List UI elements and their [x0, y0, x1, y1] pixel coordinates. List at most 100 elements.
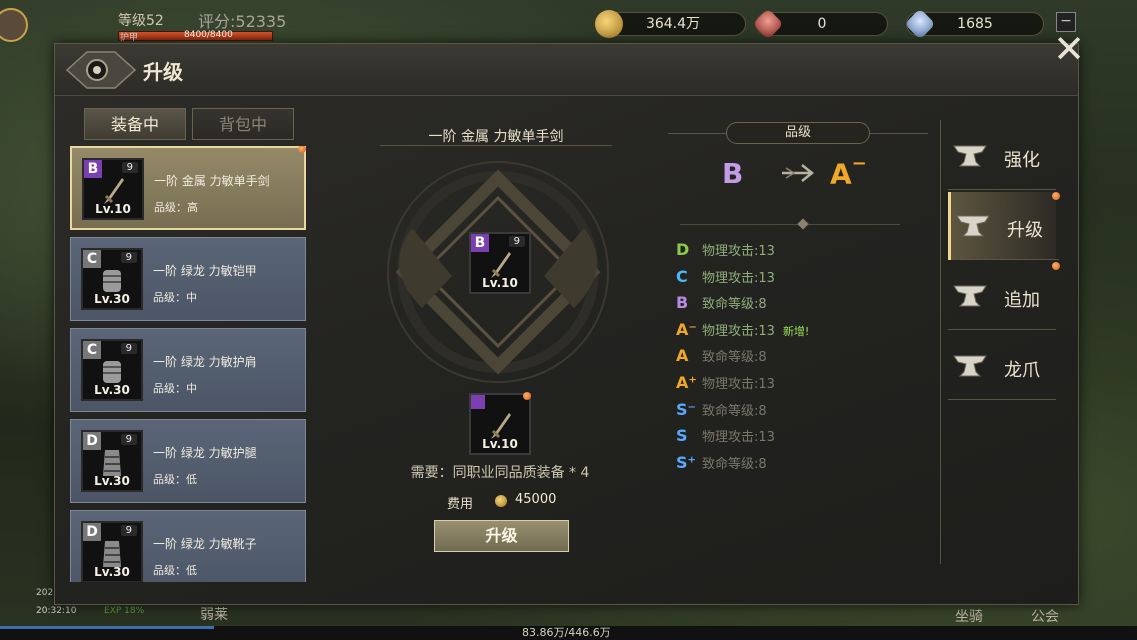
stat-text: 致命等级:8: [702, 297, 767, 313]
material-slot[interactable]: Lv.10: [469, 392, 531, 455]
notification-dot: [298, 146, 306, 153]
quality-next: A−: [830, 153, 867, 191]
stat-row: S 物理攻击:13: [676, 426, 775, 446]
armor-label: 护甲: [120, 33, 139, 43]
item-quality: 品级：低: [153, 473, 197, 486]
cost-label: 费用: [447, 497, 474, 512]
anvil-icon: [953, 355, 987, 377]
tab-equipped[interactable]: 装备中: [84, 108, 186, 140]
notification-dot: [1052, 262, 1060, 270]
upgrade-button[interactable]: 升级: [434, 520, 569, 552]
armor-value: 8400/8400: [184, 30, 233, 40]
item-level: Lv.30: [94, 474, 130, 488]
notification-dot: [1052, 192, 1060, 200]
quality-next-letter: A: [830, 157, 852, 191]
player-avatar[interactable]: [0, 8, 28, 42]
skill-label: 弱莱: [200, 607, 228, 623]
item-level: Lv.10: [482, 437, 518, 451]
menu-item-强化[interactable]: 强化: [948, 122, 1056, 190]
stat-grade: A: [676, 346, 689, 366]
top-hud: 等级52 评分:52335 护甲 8400/8400 364.4万 0 1685…: [0, 0, 1137, 44]
item-quality: 品级：低: [153, 564, 197, 577]
quality-next-suffix: −: [851, 153, 867, 174]
stack-count: 9: [120, 252, 137, 263]
menu-item-label: 升级: [1007, 220, 1043, 241]
crystal-amount: 1685: [957, 16, 993, 32]
stat-row: A 致命等级:8: [676, 346, 767, 366]
stat-text: 致命等级:8: [702, 456, 767, 472]
equipment-item[interactable]: D 9 Lv.30 一阶 绿龙 力敏护腿 品级：低: [70, 419, 306, 503]
stat-grade: S: [676, 426, 688, 446]
item-name: 一阶 绿龙 力敏护腿: [153, 446, 257, 460]
tab-bag[interactable]: 背包中: [192, 108, 294, 140]
stat-row: S⁺ 致命等级:8: [676, 453, 767, 473]
ruby-counter[interactable]: 0: [752, 8, 888, 40]
exp-bar-fill: [0, 626, 214, 629]
menu-item-追加[interactable]: 追加: [948, 262, 1060, 330]
ruby-amount: 0: [817, 16, 827, 32]
stat-row: A⁻ 物理攻击:13 新增!: [676, 320, 809, 340]
crystal-counter[interactable]: 1685: [904, 8, 1044, 40]
equipment-item[interactable]: C 9 Lv.30 一阶 绿龙 力敏护肩 品级：中: [70, 328, 306, 412]
menu-divider: [948, 329, 1056, 330]
item-level: Lv.30: [94, 383, 130, 397]
menu-divider: [951, 259, 1059, 260]
item-quality: 品级：中: [153, 382, 197, 395]
ruby-gem-icon: [752, 8, 784, 40]
stat-text: 物理攻击:13: [702, 323, 775, 339]
stat-text: 物理攻击:13: [702, 377, 775, 392]
menu-item-龙爪[interactable]: 龙爪: [948, 332, 1056, 400]
date-text: 202: [36, 588, 54, 598]
guild-button[interactable]: 公会: [1031, 606, 1059, 626]
stack-count: 9: [508, 236, 525, 247]
emblem-icon: [65, 51, 137, 89]
notification-dot: [523, 392, 531, 400]
close-button[interactable]: ✕: [1052, 30, 1086, 68]
gold-amount: 364.4万: [645, 16, 701, 32]
quality-current: B: [722, 157, 744, 190]
item-level: Lv.30: [94, 565, 130, 579]
menu-divider: [948, 399, 1056, 400]
stat-grade: C: [676, 266, 688, 286]
anvil-icon: [956, 215, 990, 237]
anvil-icon: [953, 285, 987, 307]
stat-text: 物理攻击:13: [702, 244, 775, 259]
stack-count: 9: [120, 343, 137, 354]
requirement-text: 需要：同职业同品质装备 * 4: [410, 465, 590, 481]
stack-count: 9: [121, 162, 138, 173]
equipment-item[interactable]: C 9 Lv.30 一阶 绿龙 力敏铠甲 品级：中: [70, 237, 306, 321]
stat-row: B 致命等级:8: [676, 293, 767, 313]
stat-grade: B: [676, 293, 689, 313]
item-name: 一阶 绿龙 力敏铠甲: [153, 264, 257, 278]
crystal-icon: [904, 8, 936, 40]
item-quality: 品级：高: [154, 201, 198, 214]
cost-value: 45000: [515, 492, 557, 507]
stat-grade: A⁻: [676, 319, 697, 339]
quality-rule-right: [870, 133, 928, 134]
menu-item-升级[interactable]: 升级: [948, 192, 1060, 260]
selected-item-title: 一阶 金属 力敏单手剑: [428, 129, 564, 145]
exp-total: 83.86万/446.6万: [522, 626, 611, 639]
mount-button[interactable]: 坐骑: [955, 606, 983, 626]
anvil-icon: [953, 145, 987, 167]
item-name: 一阶 绿龙 力敏靴子: [153, 537, 257, 551]
stat-text: 致命等级:8: [702, 403, 767, 419]
stat-row: S⁻ 致命等级:8: [676, 400, 767, 420]
panel-title: 升级: [143, 60, 183, 84]
side-menu-divider: [940, 120, 941, 564]
stack-count: 9: [120, 434, 137, 445]
gold-coin-icon: [595, 10, 623, 38]
quality-header: 品级: [726, 122, 870, 144]
stat-row: A⁺ 物理攻击:13: [676, 373, 775, 393]
item-icon-slot: C 9 Lv.30: [81, 339, 143, 401]
stat-grade: S⁻: [676, 399, 696, 419]
gold-counter[interactable]: 364.4万: [595, 10, 746, 38]
arrow-right-icon: [782, 164, 815, 182]
equipment-item[interactable]: D 9 Lv.30 一阶 绿龙 力敏靴子 品级：低: [70, 510, 306, 582]
upgrade-target-slot[interactable]: B 9 Lv.10: [469, 232, 531, 294]
equipment-list[interactable]: B 9 Lv.10 一阶 金属 力敏单手剑 品级：高 C 9 Lv.30 一阶 绿龙 力敏铠甲品…: [70, 146, 310, 582]
new-tag: 新增!: [782, 324, 810, 338]
equipment-item[interactable]: B 9 Lv.10 一阶 金属 力敏单手剑 品级：高: [70, 146, 306, 230]
menu-item-label: 追加: [1004, 290, 1040, 311]
stat-text: 物理攻击:13: [702, 270, 775, 286]
